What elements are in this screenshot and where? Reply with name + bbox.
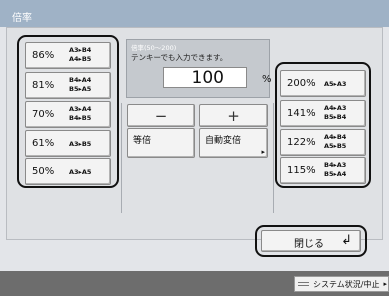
ratio-button-86[interactable]: 86% A3▸B4 A4▸B5 <box>25 42 111 69</box>
same-size-button[interactable]: 等倍 <box>127 128 195 158</box>
paper-size-pair: A4▸B4 A5▸B5 <box>324 133 346 151</box>
paper-size-line: B5▸B4 <box>324 113 347 121</box>
ratio-button-50[interactable]: 50% A3▸A5 <box>25 158 111 185</box>
ratio-button-61[interactable]: 61% A3▸B5 <box>25 130 111 157</box>
copier-screen: 倍率 86% A3▸B4 A4▸B5 81% B4▸A4 B5▸A5 70% A3▸… <box>0 0 389 271</box>
zoom-value-field[interactable]: 100 % <box>163 67 272 88</box>
paper-size-pair: B4▸A3 B5▸A4 <box>324 161 346 179</box>
paper-size-line: A4▸B5 <box>69 55 92 63</box>
paper-size-line: A4▸A3 <box>324 104 347 112</box>
ratio-button-81[interactable]: 81% B4▸A4 B5▸A5 <box>25 72 111 99</box>
close-label: 閉じる <box>294 239 324 250</box>
paper-size-line: B5▸A5 <box>69 85 92 93</box>
paper-size-pair: A3▸A5 <box>69 168 92 176</box>
ratio-percent: 200% <box>287 78 316 89</box>
zoom-range-label: 倍率(50〜200) <box>131 44 177 52</box>
close-button[interactable]: 閉じる ↲ <box>261 230 361 252</box>
auto-zoom-label: 自動変倍 <box>205 136 242 146</box>
ratio-button-200[interactable]: 200% A5▸A3 <box>280 70 366 97</box>
ratio-percent: 115% <box>287 165 316 176</box>
status-lines-icon <box>298 282 309 286</box>
window-title: 倍率 <box>0 0 389 27</box>
paper-size-pair: A3▸B5 <box>69 140 92 148</box>
minus-icon: − <box>154 107 168 125</box>
auto-zoom-button[interactable]: 自動変倍 ▸ <box>199 128 268 158</box>
submenu-arrow-icon: ▸ <box>261 148 265 156</box>
decrease-zoom-button[interactable]: − <box>127 104 195 127</box>
paper-size-pair: B4▸A4 B5▸A5 <box>69 76 91 94</box>
paper-size-pair: A5▸A3 <box>324 80 347 88</box>
paper-size-line: A5▸B5 <box>324 142 347 150</box>
paper-size-line: A4▸B4 <box>324 133 347 141</box>
plus-icon: + <box>227 107 240 125</box>
ratio-button-70[interactable]: 70% A3▸A4 B4▸B5 <box>25 101 111 128</box>
divider <box>273 103 274 213</box>
paper-size-line: B4▸A3 <box>324 161 347 169</box>
keypad-hint: テンキーでも入力できます。 <box>131 53 228 62</box>
ratio-percent: 70% <box>32 109 55 120</box>
ratio-percent: 122% <box>287 137 316 148</box>
ratio-button-115[interactable]: 115% B4▸A3 B5▸A4 <box>280 157 366 184</box>
zoom-unit: % <box>262 74 272 85</box>
paper-size-line: B5▸A4 <box>324 170 347 178</box>
ratio-percent: 141% <box>287 108 316 119</box>
ratio-percent: 61% <box>32 138 55 149</box>
paper-size-pair: A3▸A4 B4▸B5 <box>69 105 91 123</box>
paper-size-pair: A3▸B4 A4▸B5 <box>69 46 91 64</box>
paper-size-line: B4▸B5 <box>69 114 92 122</box>
paper-size-line: A3▸A4 <box>69 105 92 113</box>
zoom-entry-box: 倍率(50〜200) テンキーでも入力できます。 100 % <box>126 39 272 98</box>
increase-zoom-button[interactable]: + <box>199 104 268 127</box>
ratio-percent: 50% <box>32 166 55 177</box>
system-status-label: システム状況/中止 <box>313 280 380 289</box>
divider <box>121 103 122 213</box>
enter-return-icon: ↲ <box>341 233 352 248</box>
system-status-button[interactable]: システム状況/中止 ▸ <box>294 276 389 292</box>
paper-size-pair: A4▸A3 B5▸B4 <box>324 104 346 122</box>
ratio-percent: 86% <box>32 50 55 61</box>
ratio-button-122[interactable]: 122% A4▸B4 A5▸B5 <box>280 129 366 156</box>
zoom-value: 100 <box>191 68 224 88</box>
paper-size-line: B4▸A4 <box>69 76 92 84</box>
submenu-arrow-icon: ▸ <box>383 280 387 288</box>
ratio-percent: 81% <box>32 80 55 91</box>
ratio-button-141[interactable]: 141% A4▸A3 B5▸B4 <box>280 100 366 127</box>
same-size-label: 等倍 <box>133 136 152 146</box>
paper-size-line: A3▸B4 <box>69 46 92 54</box>
